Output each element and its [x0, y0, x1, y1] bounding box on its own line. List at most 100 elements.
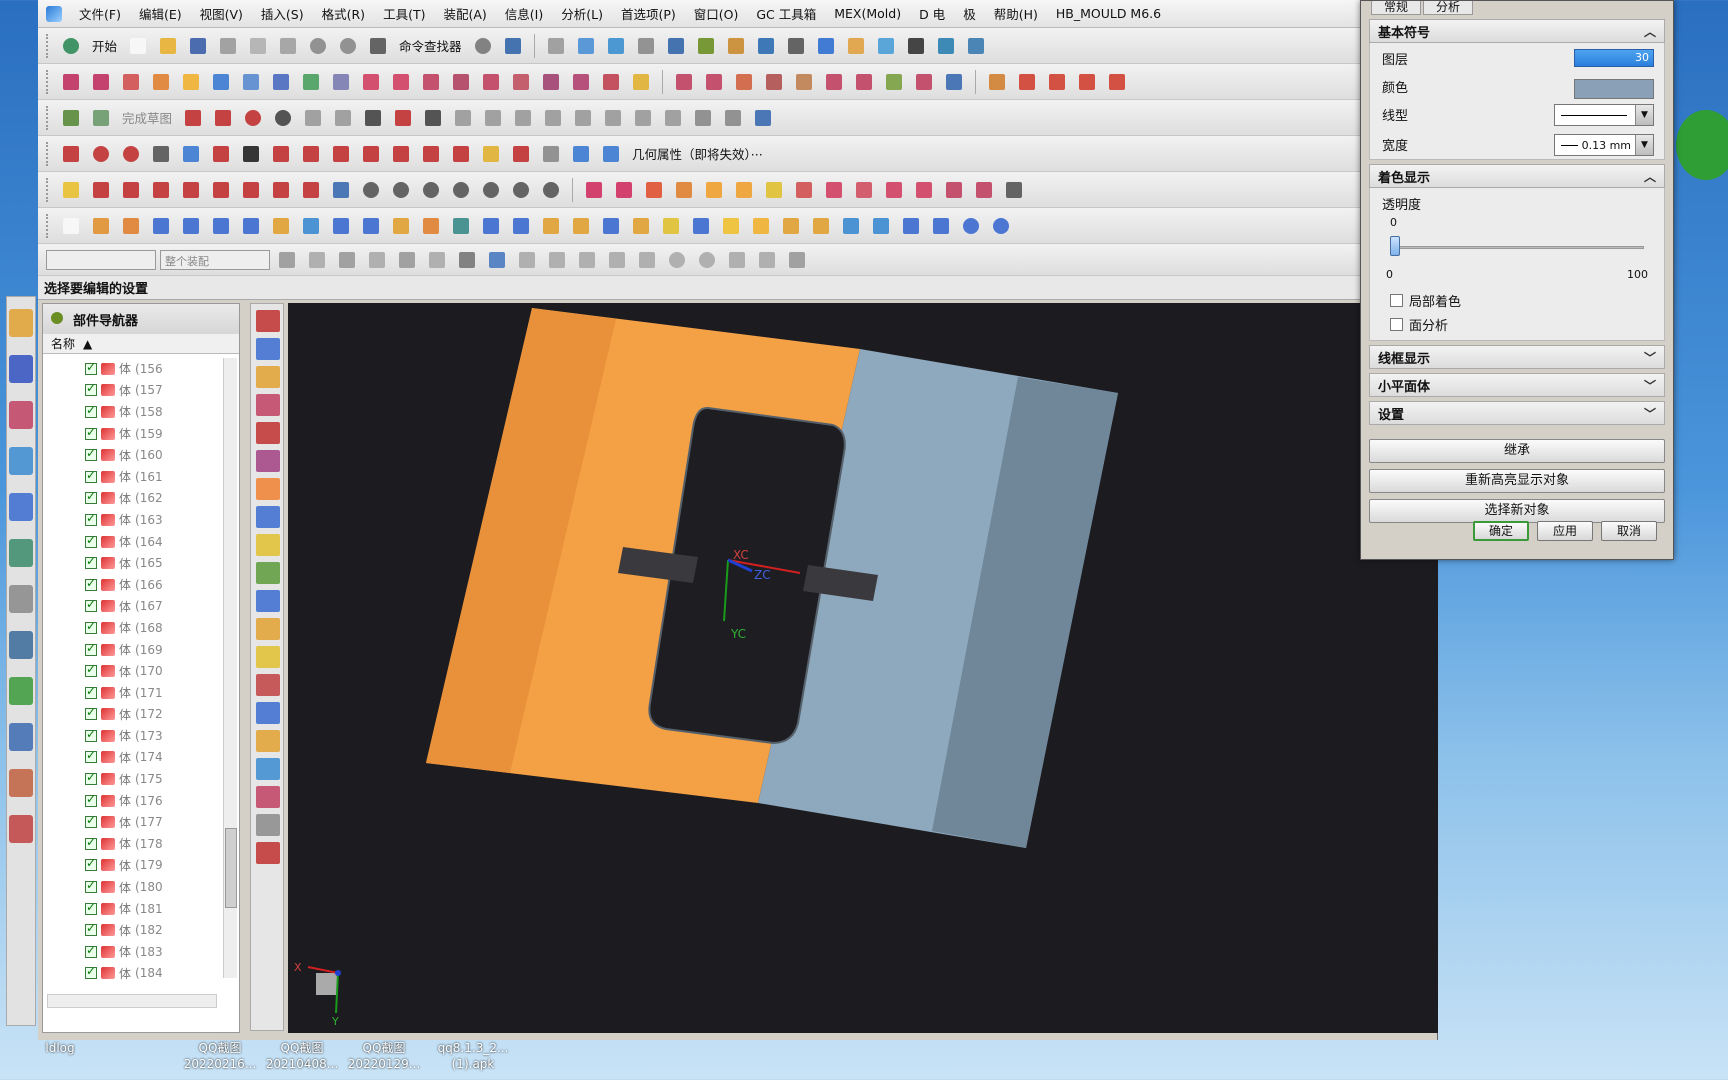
feature-icon[interactable]: [238, 177, 264, 203]
sketch-option-icon[interactable]: [750, 105, 776, 131]
join-curve-icon[interactable]: [388, 141, 414, 167]
facet-group-header[interactable]: 小平面体 ﹀: [1369, 373, 1665, 397]
mold-tool-icon[interactable]: [701, 177, 727, 203]
feature-icon[interactable]: [388, 177, 414, 203]
profile-icon[interactable]: [180, 105, 206, 131]
mold-model-view[interactable]: XC ZC YC X Y: [288, 303, 1438, 1033]
vertical-tool-icon[interactable]: [256, 590, 280, 612]
constraint-navigator-icon[interactable]: [9, 355, 33, 383]
snap-icon[interactable]: [663, 33, 689, 59]
new-file-icon[interactable]: [125, 33, 151, 59]
selection-filter-icon[interactable]: [484, 247, 510, 273]
solid-tool-icon[interactable]: [628, 213, 654, 239]
mirror-icon[interactable]: [630, 105, 656, 131]
selection-filter-icon[interactable]: [454, 247, 480, 273]
table-row[interactable]: 体(176: [43, 790, 221, 812]
visibility-checkbox[interactable]: [85, 662, 97, 678]
surface-tool-icon[interactable]: [628, 69, 654, 95]
surface-tool-icon[interactable]: [208, 69, 234, 95]
solid-tool-icon[interactable]: [448, 213, 474, 239]
partial-shading-checkbox-row[interactable]: 局部着色: [1370, 288, 1664, 312]
table-row[interactable]: 体(168: [43, 617, 221, 639]
visibility-checkbox[interactable]: [85, 597, 97, 613]
table-row[interactable]: 体(174: [43, 747, 221, 769]
measure-icon[interactable]: [723, 33, 749, 59]
inherit-button[interactable]: 继承: [1369, 439, 1665, 463]
surface-edit-icon[interactable]: [941, 69, 967, 95]
layer-input[interactable]: 30: [1574, 49, 1654, 67]
save-icon[interactable]: [185, 33, 211, 59]
solid-tool-icon[interactable]: [658, 213, 684, 239]
snap-point-icon[interactable]: [694, 247, 720, 273]
visibility-checkbox[interactable]: [85, 943, 97, 958]
selection-filter-icon[interactable]: [424, 247, 450, 273]
feature-icon[interactable]: [508, 177, 534, 203]
start-icon[interactable]: [58, 33, 84, 59]
solid-tool-icon[interactable]: [268, 213, 294, 239]
solid-tool-icon[interactable]: [538, 213, 564, 239]
select-tool-icon[interactable]: [58, 177, 84, 203]
background-icon[interactable]: [903, 33, 929, 59]
solid-tool-icon[interactable]: [478, 213, 504, 239]
fit-view-icon[interactable]: [753, 33, 779, 59]
trim-icon[interactable]: [480, 105, 506, 131]
graphics-window[interactable]: XC ZC YC X Y: [288, 303, 1438, 1033]
table-row[interactable]: 体(160: [43, 444, 221, 466]
rectangle-curve-icon[interactable]: [148, 141, 174, 167]
visibility-checkbox[interactable]: [85, 727, 97, 742]
linetype-dropdown[interactable]: ▼: [1554, 104, 1654, 126]
mold-tool-icon[interactable]: [731, 177, 757, 203]
table-row[interactable]: 体(179: [43, 855, 221, 877]
feature-icon[interactable]: [358, 177, 384, 203]
feature-icon[interactable]: [448, 177, 474, 203]
surface-tool-icon[interactable]: [298, 69, 324, 95]
solid-tool-icon[interactable]: [358, 213, 384, 239]
solid-tool-icon[interactable]: [508, 213, 534, 239]
solid-tool-icon[interactable]: [148, 213, 174, 239]
surface-tool-icon[interactable]: [388, 69, 414, 95]
surface-tool-icon[interactable]: [148, 69, 174, 95]
column-header-name[interactable]: 名称 ▲: [43, 334, 239, 354]
type-filter-combo[interactable]: [46, 249, 156, 270]
wrap-curve-icon[interactable]: [418, 141, 444, 167]
solid-tool-icon[interactable]: [178, 213, 204, 239]
mold-tool-icon[interactable]: [761, 177, 787, 203]
surface-edit-icon[interactable]: [881, 69, 907, 95]
face-analysis-checkbox[interactable]: [1390, 317, 1403, 331]
surface-edit-icon[interactable]: [911, 69, 937, 95]
solid-tool-icon[interactable]: [568, 213, 594, 239]
help-bubble-icon[interactable]: [470, 33, 496, 59]
visibility-checkbox[interactable]: [85, 748, 97, 764]
desktop-icon-qq-apk[interactable]: qq8.1.3_2... (1).apk: [428, 1040, 518, 1072]
table-row[interactable]: 体(180: [43, 876, 221, 898]
partial-shading-checkbox[interactable]: [1390, 293, 1403, 307]
mold-tool-icon[interactable]: [941, 177, 967, 203]
corner-icon[interactable]: [540, 105, 566, 131]
selection-filter-icon[interactable]: [274, 247, 300, 273]
apply-button[interactable]: 应用: [1537, 521, 1593, 541]
cancel-button[interactable]: 取消: [1601, 521, 1657, 541]
surface-edit-icon[interactable]: [701, 69, 727, 95]
solid-tool-icon[interactable]: [778, 213, 804, 239]
menu-assembly[interactable]: 装配(A): [434, 4, 495, 23]
visibility-checkbox[interactable]: [85, 964, 97, 980]
chamfer-icon[interactable]: [330, 105, 356, 131]
selection-icon[interactable]: [500, 33, 526, 59]
menu-file[interactable]: 文件(F): [70, 4, 130, 23]
transparency-slider-track[interactable]: [1390, 246, 1644, 249]
visibility-checkbox[interactable]: [85, 403, 97, 418]
feature-icon[interactable]: [178, 177, 204, 203]
visibility-checkbox[interactable]: [85, 813, 97, 829]
solid-tool-icon[interactable]: [418, 213, 444, 239]
binoculars-icon[interactable]: [365, 33, 391, 59]
move-object-icon[interactable]: [603, 33, 629, 59]
users-icon[interactable]: [9, 769, 33, 797]
command-finder-label[interactable]: 命令查找器: [395, 36, 466, 55]
menu-format[interactable]: 格式(R): [313, 4, 374, 23]
paste-icon[interactable]: [275, 33, 301, 59]
solid-tool-icon[interactable]: [958, 213, 984, 239]
visibility-checkbox[interactable]: [85, 576, 97, 591]
table-row[interactable]: 体(162: [43, 488, 221, 510]
finish-sketch-label[interactable]: 完成草图: [118, 108, 176, 127]
menu-tools[interactable]: 工具(T): [374, 4, 434, 23]
